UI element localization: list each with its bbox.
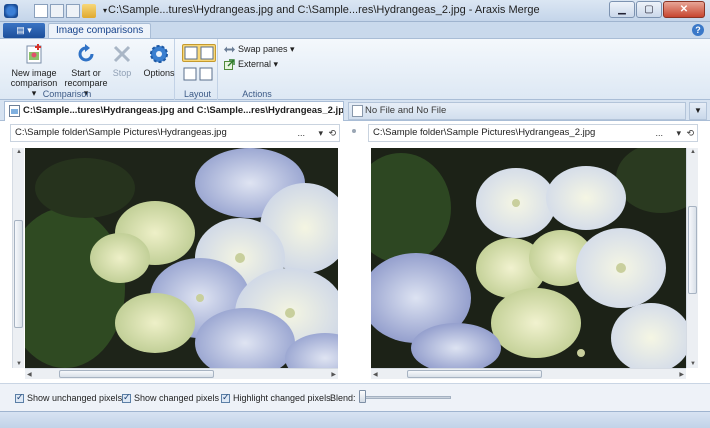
swap-panes-button[interactable]: Swap panes ▾: [224, 44, 295, 55]
show-changed-box[interactable]: [122, 392, 131, 403]
quick-access-toolbar: ▾: [4, 3, 114, 19]
app-icon[interactable]: [4, 4, 18, 18]
document-tab-active-label: C:\Sample...tures\Hydrangeas.jpg and C:\…: [23, 105, 344, 116]
blend-slider-track[interactable]: [359, 396, 451, 399]
right-path-bar[interactable]: C:\Sample folder\Sample Pictures\Hydrang…: [368, 124, 698, 142]
tab-list-dropdown[interactable]: ▼: [689, 102, 707, 120]
minimize-button[interactable]: ▁: [609, 1, 635, 18]
gear-icon: [150, 45, 168, 63]
title-bar: ▾ C:\Sample...tures\Hydrangeas.jpg and C…: [0, 0, 710, 22]
actions-group: Swap panes ▾ External ▾ Actions: [219, 39, 295, 100]
left-hscroll-thumb[interactable]: [59, 370, 214, 378]
help-icon[interactable]: ?: [692, 24, 704, 36]
external-button[interactable]: External ▾: [224, 59, 278, 70]
highlight-changed-checkbox[interactable]: Highlight changed pixels: [221, 392, 331, 403]
folder-icon[interactable]: [82, 4, 96, 18]
right-image-pane[interactable]: [371, 148, 686, 368]
refresh-icon: [78, 44, 94, 62]
actions-group-label: Actions: [242, 89, 272, 99]
right-vertical-scrollbar[interactable]: ▲ ▼: [686, 148, 698, 368]
left-history-icon[interactable]: ⟲: [328, 125, 336, 141]
left-horizontal-scrollbar[interactable]: ◀ ▶: [25, 368, 338, 379]
document-tab-other-label: No File and No File: [365, 105, 447, 116]
show-unchanged-label: Show unchanged pixels: [27, 393, 123, 403]
document-icon: [352, 105, 363, 117]
show-unchanged-checkbox[interactable]: Show unchanged pixels: [15, 392, 123, 403]
highlight-changed-label: Highlight changed pixels: [233, 393, 331, 403]
left-path-bar[interactable]: C:\Sample folder\Sample Pictures\Hydrang…: [10, 124, 340, 142]
right-vscroll-thumb[interactable]: [688, 206, 697, 294]
right-hydrangea-image: [371, 148, 686, 368]
right-hscroll-thumb[interactable]: [407, 370, 542, 378]
new-image-label-1: New image: [11, 68, 57, 78]
tab-image-comparisons[interactable]: Image comparisons: [48, 23, 152, 39]
document-tab-active[interactable]: C:\Sample...tures\Hydrangeas.jpg and C:\…: [4, 101, 344, 121]
left-vscroll-thumb[interactable]: [14, 220, 23, 328]
left-image-pane[interactable]: [25, 148, 338, 368]
options-label: Options: [143, 68, 175, 78]
layout-side-by-side-button[interactable]: [182, 44, 216, 62]
maximize-button[interactable]: ▢: [636, 1, 662, 18]
swap-arrows-icon: [224, 46, 235, 53]
external-icon: [224, 59, 235, 70]
document-tab-strip: C:\Sample...tures\Hydrangeas.jpg and C:\…: [0, 100, 710, 121]
layout-group-label: Layout: [183, 89, 212, 99]
left-hydrangea-image: [25, 148, 338, 368]
close-button[interactable]: ✕: [663, 1, 705, 18]
show-unchanged-box[interactable]: [15, 392, 24, 403]
status-bar: [0, 411, 710, 428]
application-menu-button[interactable]: ▤ ▾: [3, 23, 45, 38]
right-path-text: C:\Sample folder\Sample Pictures\Hydrang…: [373, 127, 596, 138]
ribbon: New image comparison ▾ Start or recompar…: [0, 38, 710, 100]
swap-panes-label: Swap panes ▾: [238, 44, 295, 54]
right-browse-button[interactable]: ...: [655, 125, 663, 141]
options-button[interactable]: Options: [142, 42, 176, 78]
right-history-icon[interactable]: ⟲: [686, 125, 694, 141]
ribbon-tab-strip: ▤ ▾ Image comparisons ?: [0, 22, 710, 39]
layout-group: Layout: [178, 39, 218, 100]
left-browse-button[interactable]: ...: [297, 125, 305, 141]
blend-label: Blend:: [330, 393, 356, 403]
external-label: External ▾: [238, 59, 279, 69]
show-changed-checkbox[interactable]: Show changed pixels: [122, 392, 220, 403]
print-icon[interactable]: [66, 4, 80, 18]
window-title: C:\Sample...tures\Hydrangeas.jpg and C:\…: [108, 4, 540, 16]
image-options-bar: Show unchanged pixels Show changed pixel…: [0, 383, 710, 411]
layout-vertical-icon: [183, 67, 213, 81]
stop-x-icon: [113, 45, 131, 63]
show-changed-label: Show changed pixels: [134, 393, 220, 403]
comparison-group-label: Comparison: [42, 89, 92, 99]
stop-label: Stop: [112, 68, 132, 78]
comparison-group: New image comparison ▾ Start or recompar…: [0, 39, 175, 100]
right-path-dropdown[interactable]: ▾: [676, 125, 681, 141]
layout-stacked-button[interactable]: [182, 66, 216, 84]
start-label-1: Start or: [71, 68, 101, 78]
image-document-icon: [9, 105, 20, 117]
stop-button[interactable]: Stop: [108, 42, 136, 78]
layout-horizontal-icon: [184, 46, 214, 60]
new-document-icon[interactable]: [34, 4, 48, 18]
new-image-icon: [26, 44, 42, 64]
left-path-text: C:\Sample folder\Sample Pictures\Hydrang…: [15, 127, 227, 138]
blend-slider-thumb[interactable]: [359, 390, 366, 403]
save-icon[interactable]: [50, 4, 64, 18]
left-vertical-scrollbar[interactable]: ▲ ▼: [12, 148, 24, 368]
highlight-changed-box[interactable]: [221, 392, 230, 403]
comparison-area: C:\Sample folder\Sample Pictures\Hydrang…: [0, 121, 710, 383]
pane-splitter[interactable]: [352, 129, 356, 133]
document-tab-other[interactable]: No File and No File: [348, 102, 686, 120]
window-controls: ▁ ▢ ✕: [608, 1, 705, 18]
left-path-dropdown[interactable]: ▾: [318, 125, 323, 141]
right-horizontal-scrollbar[interactable]: ◀ ▶: [371, 368, 686, 379]
